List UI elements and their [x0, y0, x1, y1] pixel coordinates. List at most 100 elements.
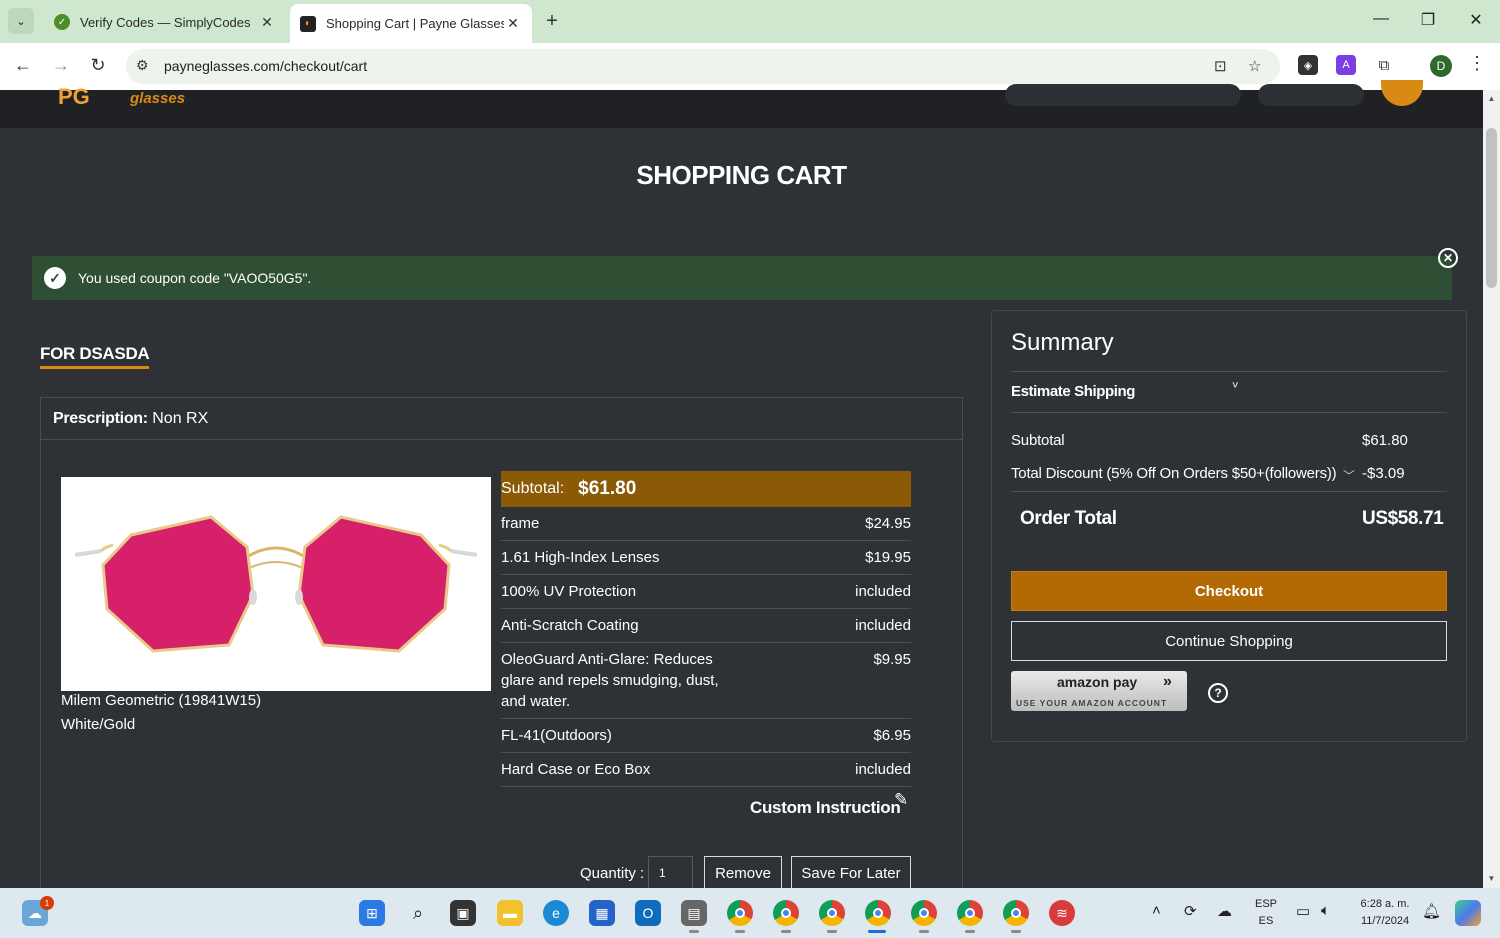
chevron-up-icon[interactable]: ˄ [1152, 902, 1161, 919]
logo-mark[interactable]: PG [58, 84, 90, 110]
extension-icon[interactable]: ◈ [1298, 55, 1318, 75]
chrome-profile-icon[interactable] [865, 900, 891, 926]
url-text[interactable]: payneglasses.com/checkout/cart [164, 58, 367, 74]
chrome-profile-icon[interactable] [957, 900, 983, 926]
reload-icon[interactable]: ↻ [86, 55, 110, 76]
weather-icon[interactable]: ☁ 1 [22, 896, 54, 926]
coupon-notice-text: You used coupon code "VAOO50G5". [78, 270, 312, 286]
header-cart-button[interactable] [1381, 80, 1423, 106]
scroll-thumb[interactable] [1486, 128, 1497, 288]
site-info-icon[interactable]: ⚙ [136, 57, 149, 74]
chrome-profile-icon[interactable] [773, 900, 799, 926]
forward-icon[interactable]: → [49, 55, 73, 76]
close-notice-icon[interactable]: ✕ [1438, 248, 1458, 268]
product-image[interactable] [61, 477, 491, 691]
custom-instruction-link[interactable]: Custom Instruction [750, 798, 901, 818]
notification-badge: 1 [40, 896, 54, 910]
clock-time[interactable]: 6:28 a. m. [1350, 898, 1420, 910]
restore-icon[interactable]: ❐ [1413, 10, 1443, 30]
close-tab-icon[interactable]: ✕ [258, 14, 276, 31]
tab-verify-codes[interactable]: ✓ Verify Codes — SimplyCodes ✕ [44, 4, 286, 40]
chrome-profile-icon[interactable] [727, 900, 753, 926]
translate-icon[interactable]: ⊡ [1214, 57, 1227, 75]
glasses-image-icon [74, 515, 478, 653]
order-total-label: Order Total [1020, 508, 1117, 529]
header-search-field[interactable] [1005, 84, 1241, 106]
calculator-icon[interactable]: ▤ [681, 900, 707, 926]
summary-title: Summary [1011, 329, 1114, 356]
outlook-icon[interactable]: O [635, 900, 661, 926]
product-name[interactable]: Milem Geometric (19841W15) [61, 692, 261, 709]
page-scrollbar[interactable]: ▲ ▼ [1483, 90, 1500, 888]
discount-value: -$3.09 [1362, 465, 1405, 482]
running-indicator [827, 930, 837, 933]
line-price: included [855, 583, 911, 600]
edge-icon[interactable]: e [543, 900, 569, 926]
checkout-button[interactable]: Checkout [1011, 571, 1447, 611]
chrome-profile-icon[interactable] [911, 900, 937, 926]
file-explorer-icon[interactable]: ▬ [497, 900, 523, 926]
sync-icon[interactable]: ⟳ [1184, 902, 1197, 920]
language-region[interactable]: ES [1250, 915, 1282, 927]
price-line: 100% UV Protection included [501, 575, 911, 609]
remove-button[interactable]: Remove [704, 856, 782, 890]
tab-shopping-cart[interactable]: ◐ Shopping Cart | Payne Glasses ✕ [290, 4, 532, 43]
chevron-down-icon[interactable]: ˅ [1232, 380, 1238, 392]
close-window-icon[interactable]: ✕ [1461, 10, 1491, 30]
running-indicator [689, 930, 699, 933]
back-icon[interactable]: ← [11, 55, 35, 76]
payne-glasses-favicon-icon: ◐ [300, 15, 316, 32]
item-subtotal-value: $61.80 [578, 478, 637, 499]
task-view-icon[interactable]: ▣ [450, 900, 476, 926]
close-tab-icon[interactable]: ✕ [504, 15, 522, 32]
app-icon[interactable]: ≋ [1049, 900, 1075, 926]
browser-menu-icon[interactable]: ⋮ [1468, 53, 1486, 74]
network-icon[interactable]: ▭ [1296, 902, 1310, 920]
store-icon[interactable]: ▦ [589, 900, 615, 926]
start-icon[interactable]: ⊞ [359, 900, 385, 926]
amazon-pay-button[interactable]: amazon pay » USE YOUR AMAZON ACCOUNT [1011, 671, 1187, 711]
copilot-icon[interactable] [1455, 900, 1481, 926]
line-price: included [855, 617, 911, 634]
price-line: 1.61 High-Index Lenses $19.95 [501, 541, 911, 575]
chrome-profile-icon[interactable] [1003, 900, 1029, 926]
divider [1011, 491, 1447, 492]
recipient-heading[interactable]: FOR DSASDA [40, 344, 150, 369]
scroll-down-icon[interactable]: ▼ [1483, 874, 1500, 883]
onedrive-icon[interactable]: ☁ [1217, 902, 1232, 920]
header-account-button[interactable] [1258, 84, 1364, 106]
pencil-icon[interactable]: ✎ [894, 790, 908, 810]
divider [1011, 412, 1447, 413]
profile-avatar[interactable]: D [1430, 55, 1452, 77]
active-indicator [868, 930, 886, 933]
double-chevron-right-icon: » [1163, 673, 1172, 690]
bookmark-star-icon[interactable]: ☆ [1248, 57, 1261, 75]
search-icon[interactable]: ⌕ [405, 900, 431, 926]
notifications-bell-icon[interactable]: 🔔︎ [1422, 902, 1441, 920]
logo-text[interactable]: glasses [130, 90, 185, 107]
chevron-down-icon[interactable]: ﹀ [1343, 467, 1355, 484]
line-price: $24.95 [865, 515, 911, 532]
scroll-up-icon[interactable]: ▲ [1483, 94, 1500, 103]
quantity-input[interactable] [648, 856, 693, 890]
coupon-notice: ✓ You used coupon code "VAOO50G5". [32, 256, 1452, 300]
chrome-profile-icon[interactable] [819, 900, 845, 926]
help-icon[interactable]: ? [1208, 683, 1228, 703]
address-bar[interactable]: ⚙ payneglasses.com/checkout/cart ⊡ ☆ [126, 49, 1280, 84]
clock-date[interactable]: 11/7/2024 [1350, 915, 1420, 927]
minimize-icon[interactable]: — [1366, 10, 1396, 28]
volume-icon[interactable]: 🔈︎ [1321, 902, 1330, 919]
extensions-puzzle-icon[interactable]: ⧉ [1374, 55, 1394, 75]
tab-search-button[interactable]: ⌄ [8, 8, 34, 34]
language-code[interactable]: ESP [1250, 898, 1282, 910]
extension-a-icon[interactable]: A [1336, 55, 1356, 75]
new-tab-button[interactable]: + [541, 10, 563, 33]
save-for-later-button[interactable]: Save For Later [791, 856, 911, 890]
tab-title: Verify Codes — SimplyCodes [80, 14, 251, 30]
continue-shopping-button[interactable]: Continue Shopping [1011, 621, 1447, 661]
estimate-shipping-toggle[interactable]: Estimate Shipping [1011, 383, 1135, 400]
line-desc: frame [501, 515, 540, 532]
item-price-breakdown: Subtotal: $61.80 frame $24.95 1.61 High-… [501, 471, 911, 787]
divider [1011, 371, 1447, 372]
prescription-row: Prescription: Non RX [41, 398, 962, 440]
